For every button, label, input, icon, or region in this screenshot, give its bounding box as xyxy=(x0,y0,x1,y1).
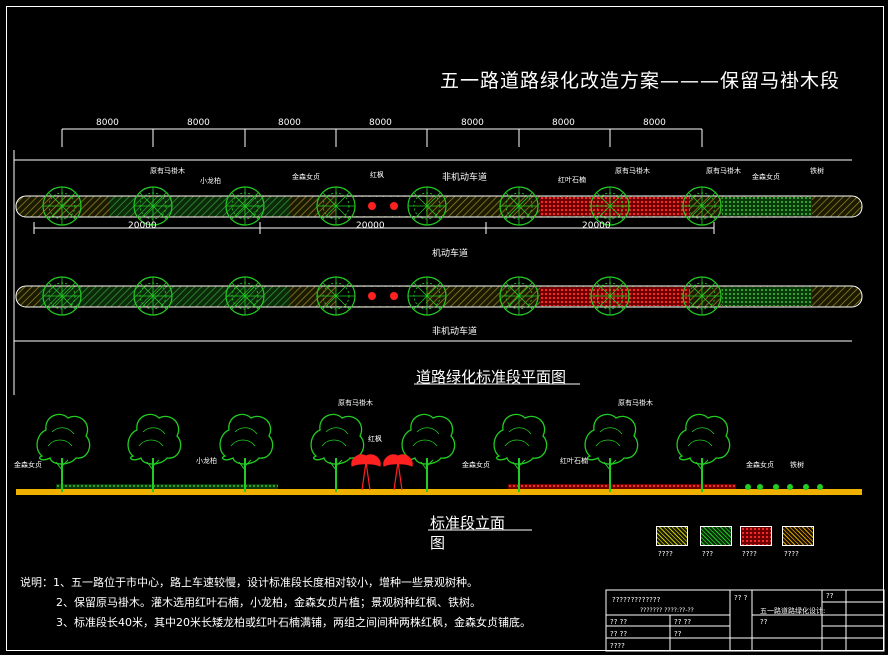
legend-swatch-3 xyxy=(740,526,772,546)
elev-label-tree-a: 原有马褂木 xyxy=(338,399,373,407)
plan-label-shrub: 小龙柏 xyxy=(200,177,221,185)
legend-label-3: ???? xyxy=(742,550,757,558)
dim-label-top-7: 8000 xyxy=(643,118,666,128)
planting-strip-2 xyxy=(15,276,863,316)
note-line-2: 2、保留原马褂木。灌木选用红叶石楠，小龙柏，金森女贞片植；景观树种红枫、铁树。 xyxy=(56,596,481,609)
legend-label-1: ???? xyxy=(658,550,673,558)
dim-label-top-1: 8000 xyxy=(96,118,119,128)
titleblock-project-name: 五一路道路绿化设计: xyxy=(760,607,826,615)
titleblock-cell-8: ???? xyxy=(610,642,625,650)
plan-label-photinia: 红叶石楠 xyxy=(558,176,586,184)
elev-label-gold-left: 金森女贞 xyxy=(14,461,42,469)
titleblock-cell-9: ?? xyxy=(826,592,834,600)
plan-label-iron: 铁树 xyxy=(810,167,824,175)
titleblock-row-1: ????????????? xyxy=(612,596,661,604)
dim-label-top-4: 8000 xyxy=(369,118,392,128)
plan-label-nonmotor-top: 非机动车道 xyxy=(442,173,488,183)
plan-label-tree-1b: 原有马褂木 xyxy=(615,167,650,175)
legend-swatch-2 xyxy=(700,526,732,546)
titleblock-row-2: ??????? ????:??-?? xyxy=(640,607,694,614)
elev-label-gold-right: 金森女贞 xyxy=(746,461,774,469)
dim-label-mid-1: 20000 xyxy=(128,221,157,231)
planting-strip-1 xyxy=(15,186,863,226)
elevation-caption-line1: 标准段立面 xyxy=(430,514,506,532)
legend-swatch-1 xyxy=(656,526,688,546)
dim-label-top-3: 8000 xyxy=(278,118,301,128)
elev-label-gold-mid: 金森女贞 xyxy=(462,461,490,469)
plan-caption: 道路绿化标准段平面图 xyxy=(416,368,567,386)
elev-label-shrub: 小龙柏 xyxy=(196,457,217,465)
plan-label-motor-lane: 机动车道 xyxy=(432,249,469,259)
plan-label-nonmotor-bottom: 非机动车道 xyxy=(432,327,478,337)
legend-swatch-4 xyxy=(782,526,814,546)
plan-label-gold-2: 金森女贞 xyxy=(752,173,780,181)
dim-label-top-5: 8000 xyxy=(461,118,484,128)
dim-label-top-6: 8000 xyxy=(552,118,575,128)
titleblock-cell-7: ?? ? xyxy=(734,594,748,602)
elev-label-photinia: 红叶石楠 xyxy=(560,457,588,465)
elev-label-tree-b: 原有马褂木 xyxy=(618,399,653,407)
note-line-1: 说明：1、五一路位于市中心，路上车速较慢，设计标准段长度相对较小，增种一些景观树… xyxy=(20,576,478,589)
titleblock-cell-1: ?? ?? xyxy=(610,618,628,626)
dim-label-top-2: 8000 xyxy=(187,118,210,128)
legend-label-4: ???? xyxy=(784,550,799,558)
dimension-chain-top xyxy=(61,128,703,147)
dim-label-mid-2: 20000 xyxy=(356,221,385,231)
titleblock-cell-6: ?? xyxy=(674,630,682,638)
plan-label-maple: 红枫 xyxy=(370,171,384,179)
titleblock-cell-5: ?? ?? xyxy=(610,630,628,638)
legend-label-2: ??? xyxy=(702,550,714,558)
elevation-trees xyxy=(36,413,731,493)
elev-label-maple: 红枫 xyxy=(368,435,382,443)
plan-label-gold-1: 金森女贞 xyxy=(292,173,320,181)
plan-label-tree-1a: 原有马褂木 xyxy=(150,167,185,175)
elevation-ground xyxy=(16,484,862,495)
titleblock-cell-4: ?? xyxy=(760,618,768,626)
note-line-3: 3、标准段长40米，其中20米长矮龙柏或红叶石楠满铺，两组之间间种两株红枫，金森… xyxy=(56,616,531,629)
plan-label-tree-1c: 原有马褂木 xyxy=(706,167,741,175)
dim-label-mid-3: 20000 xyxy=(582,221,611,231)
elev-label-iron: 铁树 xyxy=(790,461,804,469)
titleblock-cell-3: ?? ?? xyxy=(674,618,692,626)
elevation-caption-line2: 图 xyxy=(430,534,446,552)
